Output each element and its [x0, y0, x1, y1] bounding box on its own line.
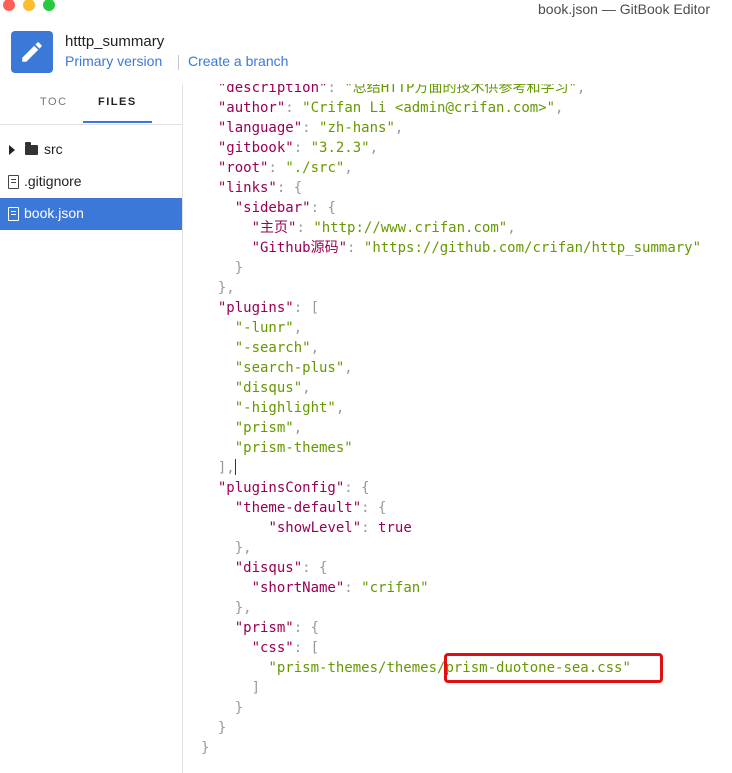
- code-line[interactable]: "css": [: [201, 638, 319, 658]
- code-line[interactable]: },: [201, 538, 252, 558]
- primary-version-link[interactable]: Primary version: [65, 53, 162, 69]
- tab-toc[interactable]: TOC: [40, 96, 68, 108]
- code-line[interactable]: }: [201, 258, 243, 278]
- code-line[interactable]: "plugins": [: [201, 298, 319, 318]
- code-line[interactable]: "sidebar": {: [201, 198, 336, 218]
- code-line[interactable]: },: [201, 278, 235, 298]
- book-name: htttp_summary: [65, 33, 165, 50]
- folder-icon: [25, 142, 38, 155]
- code-line[interactable]: "showLevel": true: [201, 518, 411, 538]
- code-line[interactable]: "-highlight",: [201, 398, 345, 418]
- code-line[interactable]: "root": "./src",: [201, 158, 353, 178]
- create-branch-link[interactable]: Create a branch: [188, 53, 288, 69]
- file-item-book-json[interactable]: book.json: [0, 198, 182, 230]
- code-line[interactable]: ]: [201, 678, 260, 698]
- code-line[interactable]: "theme-default": {: [201, 498, 387, 518]
- code-line[interactable]: "prism-themes": [201, 438, 353, 458]
- window-title: book.json — GitBook Editor: [538, 1, 710, 17]
- expand-caret-icon[interactable]: [9, 145, 15, 155]
- file-item-label: src: [44, 141, 63, 157]
- code-line[interactable]: }: [201, 698, 243, 718]
- file-item-src[interactable]: src: [0, 134, 182, 166]
- code-line[interactable]: "gitbook": "3.2.3",: [201, 138, 378, 158]
- code-line[interactable]: "author": "Crifan Li <admin@crifan.com>"…: [201, 98, 564, 118]
- code-line[interactable]: "prism": {: [201, 618, 319, 638]
- code-line[interactable]: "links": {: [201, 178, 302, 198]
- code-file-icon: [8, 207, 19, 221]
- code-line[interactable]: "description": "总结HTTP方面的技术供参考和学习",: [201, 84, 585, 98]
- highlight-annotation-box: [444, 653, 663, 683]
- code-line[interactable]: },: [201, 598, 252, 618]
- file-icon: [8, 175, 19, 189]
- code-line[interactable]: "-lunr",: [201, 318, 302, 338]
- code-line[interactable]: ],: [201, 458, 236, 478]
- code-line[interactable]: }: [201, 718, 226, 738]
- code-line[interactable]: "disqus": {: [201, 558, 328, 578]
- title-bar: book.json — GitBook Editor: [0, 0, 732, 22]
- file-item-label: book.json: [24, 205, 84, 221]
- tab-files[interactable]: FILES: [98, 96, 137, 108]
- sidebar: TOC FILES src .gitignore book.json: [0, 84, 183, 773]
- code-line[interactable]: "pluginsConfig": {: [201, 478, 370, 498]
- code-line[interactable]: "search-plus",: [201, 358, 353, 378]
- code-line[interactable]: "-search",: [201, 338, 319, 358]
- file-item-gitignore[interactable]: .gitignore: [0, 166, 182, 198]
- active-tab-indicator: [83, 121, 152, 123]
- code-line[interactable]: "prism",: [201, 418, 302, 438]
- code-line[interactable]: "shortName": "crifan": [201, 578, 429, 598]
- code-line[interactable]: "disqus",: [201, 378, 311, 398]
- code-line[interactable]: "Github源码": "https://github.com/crifan/h…: [201, 238, 701, 258]
- code-line[interactable]: "主页": "http://www.crifan.com",: [201, 218, 516, 238]
- code-line[interactable]: }: [201, 738, 209, 758]
- code-editor[interactable]: "description": "总结HTTP方面的技术供参考和学习", "aut…: [183, 84, 732, 773]
- book-header: htttp_summary Primary version Create a b…: [0, 22, 732, 84]
- sidebar-tabs: TOC FILES: [0, 84, 182, 125]
- text-cursor: [234, 459, 236, 475]
- file-item-label: .gitignore: [24, 173, 82, 189]
- code-line[interactable]: "language": "zh-hans",: [201, 118, 403, 138]
- pencil-icon[interactable]: [11, 31, 53, 73]
- header-divider: [178, 55, 179, 70]
